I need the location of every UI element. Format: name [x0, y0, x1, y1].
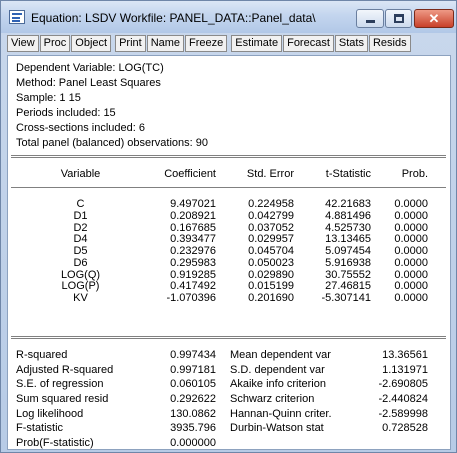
title-bar[interactable]: Equation: LSDV Workfile: PANEL_DATA::Pan…	[1, 1, 456, 33]
stat-label: Sum squared resid	[16, 393, 109, 406]
table-header-divider	[11, 187, 446, 188]
stat-value	[363, 436, 428, 451]
method-line: Method: Panel Least Squares	[16, 77, 161, 89]
proc-button[interactable]: Proc	[39, 35, 71, 52]
variable-column: C D1 D2 D4 D5 D6 LOG(Q) LOG(P) KV	[38, 198, 123, 305]
output-pane[interactable]: Dependent Variable: LOG(TC) Method: Pane…	[7, 55, 451, 450]
maximize-icon	[394, 14, 404, 23]
prob-cell: 0.0000	[394, 198, 428, 210]
stat-value: 13.36561	[382, 349, 428, 361]
stat-value-column-right: 13.36561 1.131971 -2.690805 -2.440824 -2…	[363, 348, 428, 451]
freeze-button[interactable]: Freeze	[185, 35, 228, 52]
resids-button[interactable]: Resids	[368, 35, 411, 52]
stat-value: 3935.796	[170, 422, 216, 435]
stat-label: Adjusted R-squared	[16, 363, 114, 376]
object-button[interactable]: Object	[71, 35, 112, 52]
col-header-variable: Variable	[60, 168, 101, 180]
t-statistic-cell: 5.097454	[325, 245, 371, 257]
forecast-button[interactable]: Forecast	[283, 35, 334, 52]
name-button[interactable]: Name	[146, 35, 185, 52]
col-header-coefficient: Coefficient	[164, 168, 216, 180]
stat-label: Durbin-Watson stat	[230, 422, 324, 435]
stat-label: R-squared	[16, 349, 68, 361]
maximize-button[interactable]	[385, 9, 412, 28]
coefficient-cell: 0.232976	[170, 245, 216, 257]
prob-cell: 0.0000	[394, 209, 428, 222]
sample-line: Sample: 1 15	[16, 92, 81, 104]
std-error-cell: 0.050023	[248, 256, 294, 269]
close-icon: ✕	[428, 11, 440, 26]
coefficient-cell: 0.208921	[170, 209, 216, 222]
stat-value: 0.000000	[170, 437, 216, 450]
stat-value-column-left: 0.997434 0.997181 0.060105 0.292622 130.…	[138, 348, 216, 451]
periods-line: Periods included: 15	[16, 107, 116, 119]
coefficient-cell: 0.295983	[170, 256, 216, 269]
variable-cell: C	[76, 198, 85, 210]
toolbar: View Proc Object Print Name Freeze Estimate For…	[7, 35, 412, 53]
stat-value: 0.292622	[170, 393, 216, 406]
stat-value: 1.131971	[382, 363, 428, 376]
dependent-variable-line: Dependent Variable: LOG(TC)	[16, 62, 164, 74]
stat-label: Mean dependent var	[230, 349, 331, 361]
equation-window-icon	[9, 10, 25, 24]
prob-cell: 0.0000	[394, 256, 428, 269]
stat-value: 0.728528	[382, 422, 428, 435]
observations-line: Total panel (balanced) observations: 90	[16, 137, 209, 149]
window-title: Equation: LSDV Workfile: PANEL_DATA::Pan…	[31, 11, 316, 25]
stat-label: F-statistic	[16, 422, 64, 435]
std-error-cell: 0.045704	[248, 245, 294, 257]
t-statistic-column: 42.21683 4.881496 4.525730 13.13465 5.09…	[298, 198, 371, 305]
prob-cell: 0.0000	[394, 292, 428, 304]
variable-cell: D6	[73, 256, 88, 269]
close-button[interactable]: ✕	[414, 9, 454, 28]
col-header-prob: Prob.	[401, 168, 428, 180]
std-error-cell: 0.224958	[248, 198, 294, 210]
variable-cell: D1	[73, 209, 88, 222]
col-header-std-error: Std. Error	[246, 168, 294, 180]
estimate-button[interactable]: Estimate	[231, 35, 283, 52]
stat-value: -2.440824	[378, 393, 428, 406]
view-button[interactable]: View	[7, 35, 39, 52]
stat-label: Schwarz criterion	[230, 393, 315, 406]
stat-value: 130.0862	[170, 407, 216, 420]
t-statistic-cell: 42.21683	[325, 198, 371, 210]
stat-value: 0.997434	[170, 349, 216, 361]
stat-value: 0.060105	[170, 378, 216, 391]
prob-cell: 0.0000	[394, 245, 428, 257]
col-header-t-statistic: t-Statistic	[325, 168, 371, 180]
std-error-cell: 0.201690	[248, 292, 294, 304]
cross-sections-line: Cross-sections included: 6	[16, 122, 146, 134]
stat-label: S.E. of regression	[16, 378, 104, 391]
variable-cell: KV	[73, 292, 88, 304]
std-error-cell: 0.042799	[248, 209, 294, 222]
t-statistic-cell: 5.916938	[325, 256, 371, 269]
stat-label: Log likelihood	[16, 407, 84, 420]
stat-value: -2.690805	[378, 378, 428, 391]
minimize-button[interactable]	[356, 9, 384, 28]
stat-label-column-left: R-squared Adjusted R-squared S.E. of reg…	[16, 348, 156, 451]
t-statistic-cell: -5.307141	[321, 292, 371, 304]
equation-window: Equation: LSDV Workfile: PANEL_DATA::Pan…	[0, 0, 457, 453]
stat-value: -2.589998	[378, 407, 428, 420]
stat-label: Hannan-Quinn criter.	[230, 407, 332, 420]
stat-value: 0.997181	[170, 363, 216, 376]
minimize-icon	[366, 20, 375, 23]
estimation-header: Dependent Variable: LOG(TC) Method: Pane…	[16, 61, 208, 151]
std-error-column: 0.224958 0.042799 0.037052 0.029957 0.04…	[218, 198, 294, 305]
coefficient-cell: 9.497021	[170, 198, 216, 210]
prob-column: 0.0000 0.0000 0.0000 0.0000 0.0000 0.000…	[383, 198, 428, 305]
header-divider	[11, 155, 446, 158]
stat-label: Prob(F-statistic)	[16, 437, 94, 450]
t-statistic-cell: 4.881496	[325, 209, 371, 222]
variable-cell: D5	[73, 245, 88, 257]
coefficient-cell: -1.070396	[166, 292, 216, 304]
stat-label-column-right: Mean dependent var S.D. dependent var Ak…	[230, 348, 360, 451]
stat-label	[230, 436, 360, 451]
coefficients-divider	[11, 336, 446, 339]
stats-button[interactable]: Stats	[334, 35, 368, 52]
stat-label: Akaike info criterion	[230, 378, 326, 391]
coefficient-column: 9.497021 0.208921 0.167685 0.393477 0.23…	[138, 198, 216, 305]
print-button[interactable]: Print	[115, 35, 146, 52]
stat-label: S.D. dependent var	[230, 363, 325, 376]
